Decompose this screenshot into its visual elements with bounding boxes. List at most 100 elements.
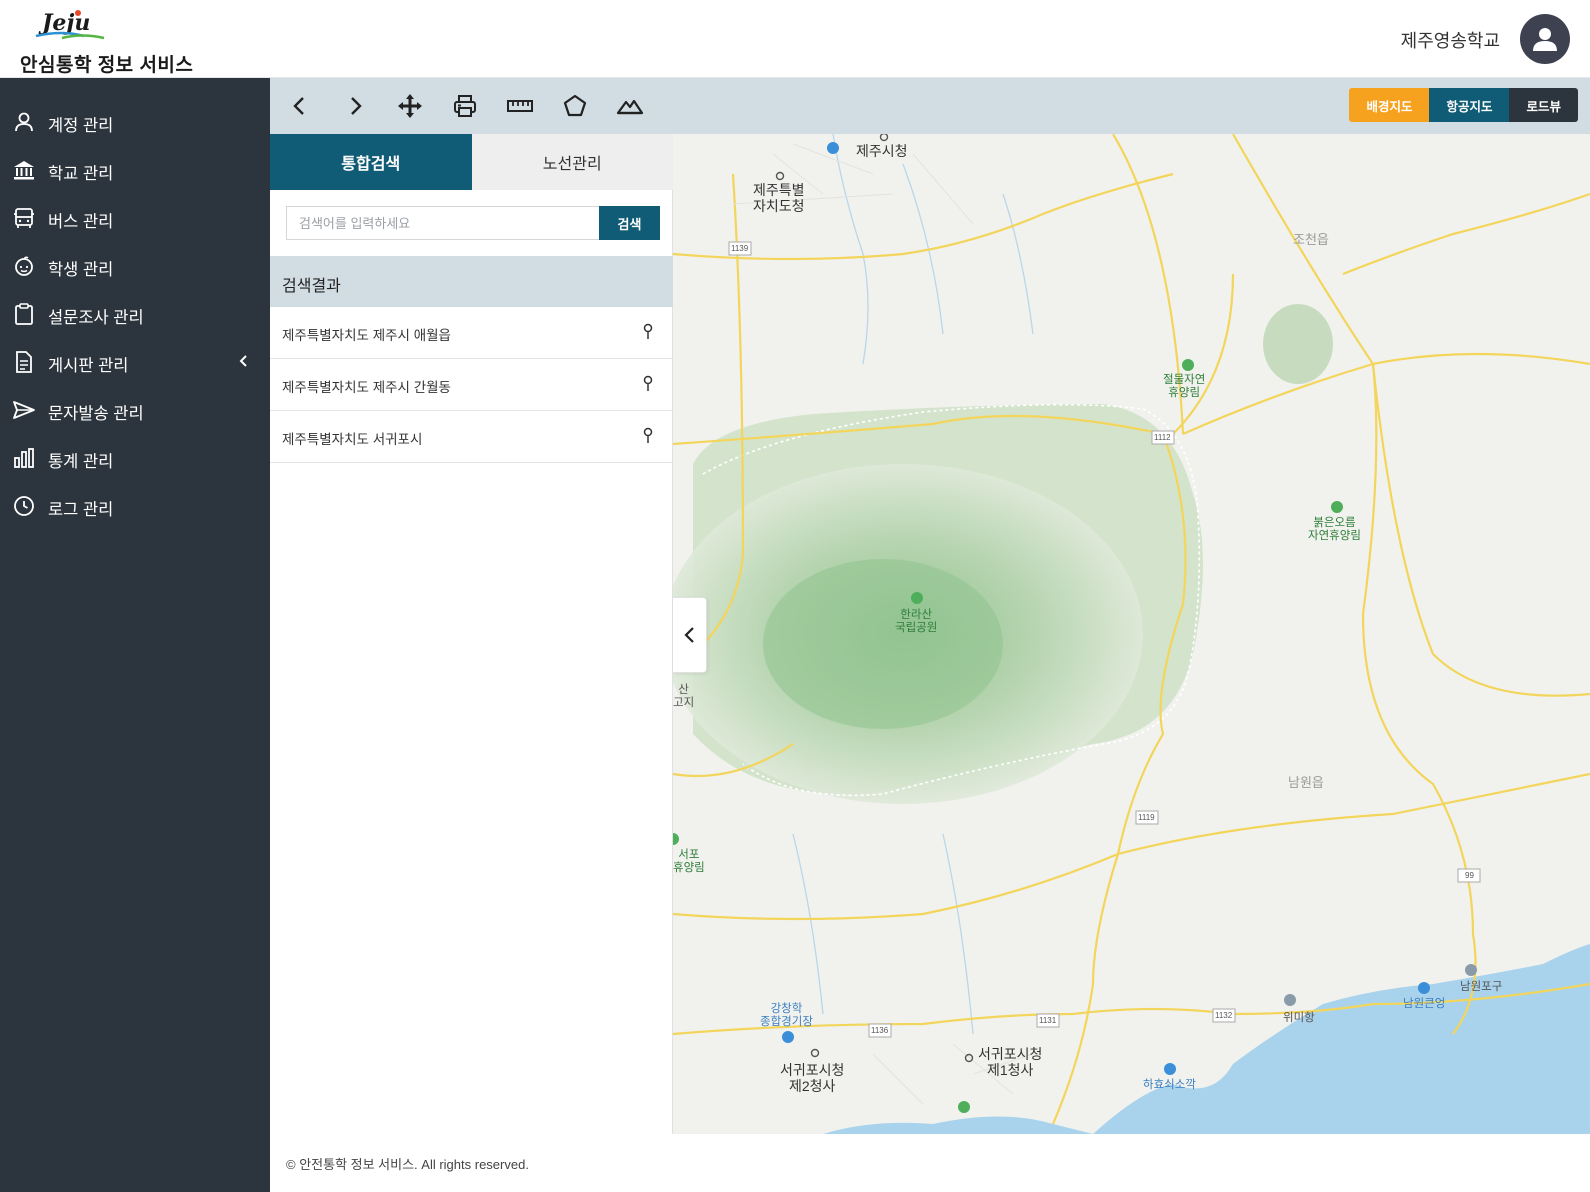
chevron-left-icon [683,627,694,643]
clock-icon [14,496,34,516]
list-item[interactable]: 제주특별자치도 제주시 간월동 [270,359,673,411]
road-number: 1112 [1154,433,1171,442]
sidebar-item-bus[interactable]: 버스 관리 [0,197,270,237]
sidebar-item-stats[interactable]: 통계 관리 [0,437,270,477]
school-icon [14,161,34,180]
map-label: 남원읍 [1288,775,1324,790]
map-pin-icon[interactable] [642,427,654,445]
sidebar-item-label: 계정 관리 [48,117,114,135]
map-type-basemap-button[interactable]: 배경지도 [1349,88,1430,122]
sidebar-item-survey[interactable]: 설문조사 관리 [0,293,270,333]
map-pin-icon[interactable] [642,323,654,341]
road-number: 1119 [1138,813,1155,822]
results-header: 검색결과 [270,256,673,307]
map-label: 위미항 [1283,1012,1315,1024]
forward-icon [351,97,362,115]
polygon-icon [563,94,587,117]
map-background [673,134,1590,1134]
result-address: 제주특별자치도 서귀포시 [282,432,423,447]
road-number: 1132 [1215,1011,1233,1020]
map-label: 산 고지 [673,684,695,709]
sidebar-item-label: 로그 관리 [48,501,114,519]
tab-integrated-search[interactable]: 통합검색 [270,134,472,190]
terrain-icon [616,99,644,115]
logo[interactable]: Jeju 안심통학 정보 서비스 [18,8,218,76]
road-number: 1136 [871,1026,889,1035]
sidebar-item-sms[interactable]: 문자발송 관리 [0,389,270,429]
map-label: 붉은오름 자연휴양림 [1308,517,1361,542]
move-icon [398,94,422,118]
map-label: 절물자연 휴양림 [1163,374,1206,399]
list-item[interactable]: 제주특별자치도 제주시 애월읍 [270,307,673,359]
map-label: 조천읍 [1293,232,1329,247]
logo-title: 안심통학 정보 서비스 [20,55,194,76]
sidebar-item-label: 문자발송 관리 [48,405,144,423]
jeju-logo-icon: Jeju [35,10,105,40]
user-icon [15,112,33,132]
polygon-button[interactable] [558,90,592,122]
sidebar-item-board[interactable]: 게시판 관리 [0,341,270,381]
sidebar-item-label: 버스 관리 [48,213,114,231]
road-number: 99 [1465,871,1474,880]
back-button[interactable] [283,90,317,122]
map-label: 한라산 국립공원 [895,609,938,634]
copyright-text: © 안전통학 정보 서비스. All rights reserved. [286,1157,529,1172]
bus-icon [14,208,34,228]
search-row: 검색 [286,206,660,240]
header: Jeju 안심통학 정보 서비스 제주영송학교 [0,0,1590,78]
clipboard-icon [15,303,33,325]
sidebar-item-log[interactable]: 로그 관리 [0,485,270,525]
chart-icon [14,448,34,468]
tab-route-management[interactable]: 노선관리 [471,134,673,190]
sidebar: 계정 관리 학교 관리 버스 관리 학생 관리 설문조사 관리 게시판 관리 문… [0,78,270,1192]
terrain-button[interactable] [613,90,647,122]
pan-button[interactable] [393,90,427,122]
map-label: 하효쇠소깍 [1143,1079,1196,1091]
search-button[interactable]: 검색 [599,206,660,240]
ruler-icon [507,100,533,112]
school-name: 제주영송학교 [1400,31,1500,51]
chevron-left-icon[interactable] [236,353,252,369]
panel-collapse-button[interactable] [673,597,707,673]
panel-tabs: 통합검색 노선관리 [270,134,673,190]
map-label: 강창학 종합경기장 [760,1003,813,1028]
search-panel: 통합검색 노선관리 검색 검색결과 제주특별자치도 제주시 애월읍 제주특별자치… [270,134,673,1134]
map-label: 남원큰엉 [1403,998,1446,1010]
sidebar-item-label: 학생 관리 [48,261,114,279]
list-item[interactable]: 제주특별자치도 서귀포시 [270,411,673,463]
map-label: 서귀포시청 제2청사 [780,1062,845,1094]
map-type-aerial-button[interactable]: 항공지도 [1429,88,1510,122]
result-address: 제주특별자치도 제주시 애월읍 [282,328,451,343]
footer: © 안전통학 정보 서비스. All rights reserved. [270,1134,1590,1192]
map-label: 남원포구 [1460,981,1503,993]
sidebar-item-student[interactable]: 학생 관리 [0,245,270,285]
user-icon [1533,28,1557,51]
sidebar-item-account[interactable]: 계정 관리 [0,101,270,141]
results-title: 검색결과 [282,278,341,295]
send-icon [13,401,35,419]
sidebar-item-label: 게시판 관리 [48,357,129,375]
map-label: 서포 휴양림 [673,849,705,874]
map-label: 제주특별 자치도청 [753,182,805,214]
user-avatar[interactable] [1520,14,1570,64]
print-button[interactable] [448,90,482,122]
search-input[interactable] [286,206,599,240]
forward-button[interactable] [338,90,372,122]
map-pin-icon[interactable] [642,375,654,393]
map-label: 제주시청 [856,143,908,159]
sidebar-item-school[interactable]: 학교 관리 [0,149,270,189]
document-icon [16,351,32,373]
map-canvas[interactable]: 제주시청 제주특별 자치도청 조천읍 절물자연 휴양림 붉은오름 자연휴양림 한… [673,134,1590,1134]
map-type-switcher: 배경지도 항공지도 로드뷰 [1349,88,1578,122]
measure-button[interactable] [503,90,537,122]
map-type-roadview-button[interactable]: 로드뷰 [1509,88,1578,122]
sidebar-item-label: 설문조사 관리 [48,309,144,327]
sidebar-item-label: 학교 관리 [48,165,114,183]
print-icon [454,95,476,117]
road-number: 1139 [731,244,749,253]
sidebar-item-label: 통계 관리 [48,453,114,471]
map-label: 서귀포시청 제1청사 [978,1046,1043,1078]
result-address: 제주특별자치도 제주시 간월동 [282,380,451,395]
map-toolbar: 배경지도 항공지도 로드뷰 [270,78,1590,134]
road-number: 1131 [1039,1016,1057,1025]
